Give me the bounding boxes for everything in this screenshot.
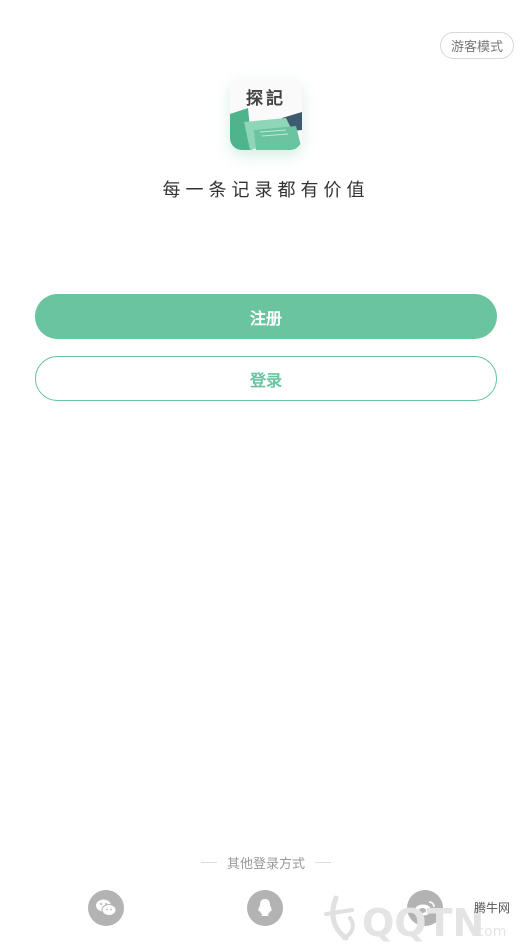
- slogan: 每一条记录都有价值: [162, 180, 370, 201]
- other-login-divider: 其他登录方式: [0, 852, 532, 872]
- watermark-suffix: .com: [472, 924, 506, 940]
- divider-line-left: [200, 861, 217, 863]
- wechat-icon: [96, 899, 117, 916]
- login-button[interactable]: 登录: [35, 356, 497, 401]
- wechat-login-button[interactable]: [88, 890, 124, 926]
- other-login-label: 其他登录方式: [226, 856, 305, 872]
- qq-login-button[interactable]: [247, 890, 283, 926]
- watermark-brand: QQTN: [362, 901, 484, 944]
- watermark-cn: 腾牛网: [474, 900, 510, 915]
- register-button[interactable]: 注册: [35, 294, 497, 339]
- divider-line-right: [315, 861, 331, 863]
- logo-text: 探記: [246, 89, 286, 109]
- guest-mode-button[interactable]: 游客模式: [440, 32, 514, 59]
- qqtn-watermark-logo: QQTN .com 腾牛网: [324, 895, 510, 944]
- qq-icon: [258, 899, 272, 916]
- app-logo: 探記: [230, 78, 302, 150]
